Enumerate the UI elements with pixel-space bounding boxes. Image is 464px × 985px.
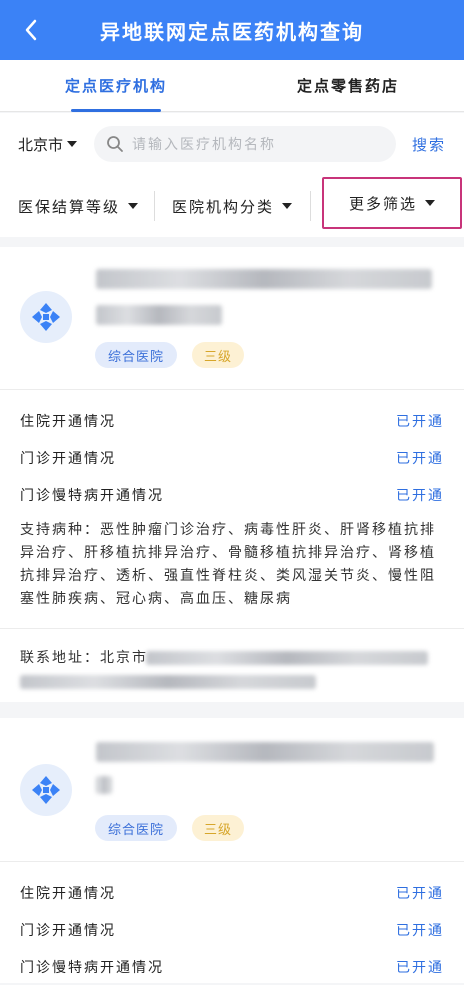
chevron-left-icon <box>25 19 37 41</box>
level-badge: 三级 <box>192 342 244 368</box>
outpatient-status-row: 门诊开通情况 已开通 <box>0 439 464 476</box>
tab-medical-institutions[interactable]: 定点医疗机构 <box>0 60 232 111</box>
address: 联系地址：北京市 <box>0 629 464 689</box>
institution-card[interactable]: 综合医院 三级 住院开通情况 已开通 门诊开通情况 已开通 门诊慢特病开通情况 … <box>0 247 464 702</box>
filter-hospital-category[interactable]: 医院机构分类 <box>172 186 293 226</box>
row-value: 已开通 <box>396 487 444 504</box>
back-button[interactable] <box>14 12 48 48</box>
filter-settlement-level[interactable]: 医保结算等级 <box>18 186 139 226</box>
level-badge: 三级 <box>192 815 244 841</box>
caret-down-icon <box>128 203 139 209</box>
caret-down-icon <box>282 203 293 209</box>
divider <box>154 191 155 221</box>
institution-name-redacted <box>96 305 222 325</box>
address-label: 联系地址：北京市 <box>20 650 148 666</box>
filter-label: 医院机构分类 <box>172 197 275 216</box>
section-gap <box>0 702 464 718</box>
hospital-cross-icon <box>20 764 72 816</box>
row-value: 已开通 <box>396 885 444 902</box>
inpatient-status-row: 住院开通情况 已开通 <box>0 874 464 911</box>
row-value: 已开通 <box>396 450 444 467</box>
row-label: 门诊慢特病开通情况 <box>20 487 164 504</box>
filter-label: 更多筛选 <box>348 194 417 213</box>
search-icon <box>107 136 123 152</box>
section-gap <box>0 237 464 247</box>
institution-name-redacted <box>96 776 112 794</box>
page-title: 异地联网定点医药机构查询 <box>100 19 364 44</box>
filter-more[interactable]: 更多筛选 <box>322 177 462 229</box>
chronic-disease-status-row: 门诊慢特病开通情况 已开通 <box>0 948 464 985</box>
type-badge: 综合医院 <box>95 815 177 841</box>
address-redacted <box>146 651 428 665</box>
row-value: 已开通 <box>396 413 444 430</box>
hospital-cross-icon <box>20 291 72 343</box>
city-selector[interactable]: 北京市 <box>18 134 94 155</box>
supported-diseases: 支持病种：恶性肿瘤门诊治疗、病毒性肝炎、肝肾移植抗排异治疗、肝移植抗排异治疗、骨… <box>20 522 436 607</box>
row-label: 门诊慢特病开通情况 <box>20 959 164 976</box>
caret-down-icon <box>425 200 435 206</box>
search-input[interactable]: 请输入医疗机构名称 <box>94 126 396 162</box>
search-button[interactable]: 搜索 <box>396 134 446 155</box>
row-value: 已开通 <box>396 922 444 939</box>
search-placeholder: 请输入医疗机构名称 <box>132 137 276 153</box>
search-row: 北京市 请输入医疗机构名称 搜索 <box>0 113 464 175</box>
filter-bar: 医保结算等级 医院机构分类 更多筛选 <box>0 175 464 237</box>
institution-card[interactable]: 综合医院 三级 住院开通情况 已开通 门诊开通情况 已开通 门诊慢特病开通情况 … <box>0 718 464 983</box>
row-value: 已开通 <box>396 959 444 976</box>
institution-name-redacted <box>96 742 434 762</box>
institution-name-redacted <box>96 269 432 289</box>
outpatient-status-row: 门诊开通情况 已开通 <box>0 911 464 948</box>
divider <box>310 191 311 221</box>
tab-retail-pharmacies[interactable]: 定点零售药店 <box>232 60 464 111</box>
row-label: 住院开通情况 <box>20 413 116 430</box>
filter-label: 医保结算等级 <box>18 197 121 216</box>
city-label: 北京市 <box>18 135 64 154</box>
row-label: 门诊开通情况 <box>20 450 116 467</box>
address-redacted <box>20 675 316 689</box>
row-label: 住院开通情况 <box>20 885 116 902</box>
top-bar: 异地联网定点医药机构查询 <box>0 0 464 60</box>
chronic-disease-status-row: 门诊慢特病开通情况 已开通 <box>0 476 464 513</box>
inpatient-status-row: 住院开通情况 已开通 <box>0 402 464 439</box>
row-label: 门诊开通情况 <box>20 922 116 939</box>
caret-down-icon <box>67 141 78 147</box>
tab-bar: 定点医疗机构 定点零售药店 <box>0 60 464 112</box>
type-badge: 综合医院 <box>95 342 177 368</box>
